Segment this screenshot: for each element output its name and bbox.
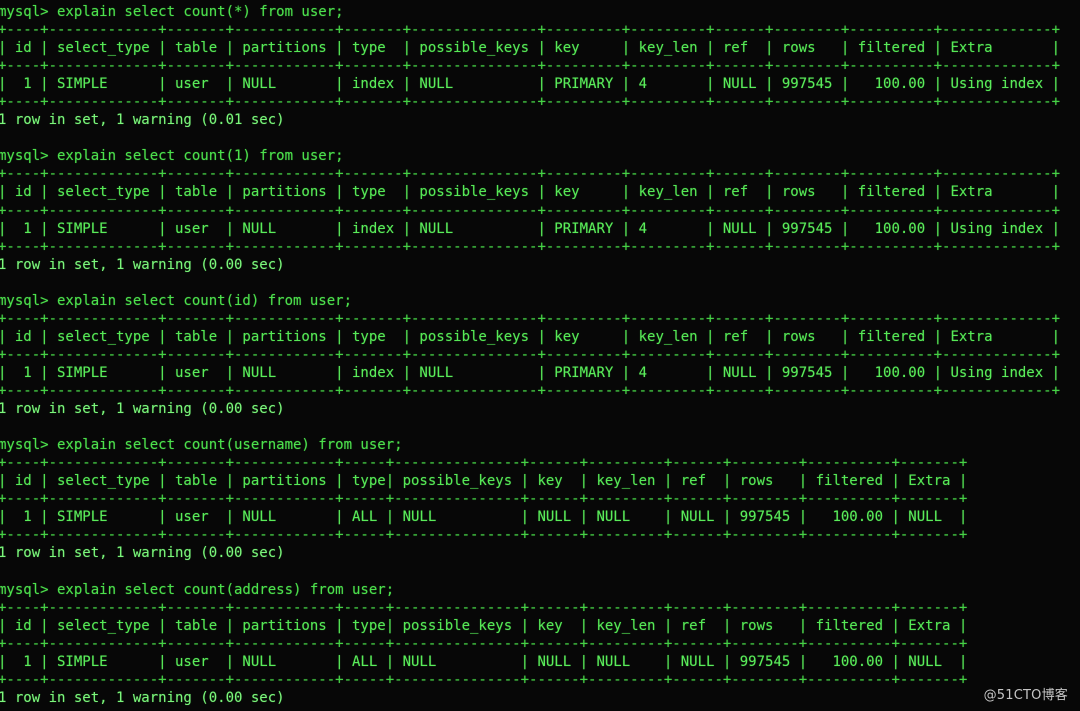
status-line-1: 1 row in set, 1 warning (0.00 sec) [0, 256, 285, 273]
table-data-row-3: | 1 | SIMPLE | user | NULL | ALL | NULL … [0, 509, 968, 526]
terminal-output: mysql> explain select count(*) from user… [0, 3, 1060, 707]
prompt-line-0: mysql> explain select count(*) from user… [0, 4, 344, 20]
table-data-row-4: | 1 | SIMPLE | user | NULL | ALL | NULL … [0, 653, 968, 670]
status-line-3: 1 row in set, 1 warning (0.00 sec) [0, 545, 285, 562]
table-data-row-1: | 1 | SIMPLE | user | NULL | index | NUL… [0, 220, 1061, 237]
table-rule-top-1: +----+-------------+-------+------------… [0, 166, 1061, 183]
table-rule-mid-1: +----+-------------+-------+------------… [0, 202, 1061, 219]
prompt-line-3: mysql> explain select count(username) fr… [0, 437, 403, 454]
status-line-0: 1 row in set, 1 warning (0.01 sec) [0, 112, 285, 129]
prompt-line-4: mysql> explain select count(address) fro… [0, 581, 395, 598]
table-rule-bottom-4: +----+-------------+-------+------------… [0, 671, 968, 688]
table-rule-top-3: +----+-------------+-------+------------… [0, 455, 968, 472]
table-rule-top-4: +----+-------------+-------+------------… [0, 599, 968, 616]
blank-line-0 [0, 129, 1060, 147]
blank-line-2 [0, 418, 1060, 436]
mysql-terminal-window[interactable]: mysql> explain select count(*) from user… [0, 0, 1080, 711]
table-header-row-2: | id | select_type | table | partitions … [0, 328, 1061, 345]
blank-line-1 [0, 274, 1060, 292]
table-rule-mid-2: +----+-------------+-------+------------… [0, 346, 1061, 363]
table-rule-bottom-3: +----+-------------+-------+------------… [0, 527, 968, 544]
table-header-row-4: | id | select_type | table | partitions … [0, 617, 968, 634]
table-header-row-3: | id | select_type | table | partitions … [0, 473, 968, 490]
table-rule-bottom-0: +----+-------------+-------+------------… [0, 94, 1061, 111]
watermark-label: @51CTO博客 [983, 687, 1068, 703]
table-rule-mid-4: +----+-------------+-------+------------… [0, 635, 968, 652]
table-rule-top-2: +----+-------------+-------+------------… [0, 310, 1061, 327]
table-data-row-0: | 1 | SIMPLE | user | NULL | index | NUL… [0, 76, 1061, 93]
prompt-line-2: mysql> explain select count(id) from use… [0, 292, 353, 309]
blank-line-3 [0, 562, 1060, 580]
status-line-4: 1 row in set, 1 warning (0.00 sec) [0, 689, 285, 706]
table-header-row-1: | id | select_type | table | partitions … [0, 184, 1061, 201]
table-rule-mid-0: +----+-------------+-------+------------… [0, 58, 1061, 75]
table-rule-bottom-1: +----+-------------+-------+------------… [0, 238, 1061, 255]
status-line-2: 1 row in set, 1 warning (0.00 sec) [0, 401, 285, 418]
table-rule-top-0: +----+-------------+-------+------------… [0, 22, 1061, 39]
table-data-row-2: | 1 | SIMPLE | user | NULL | index | NUL… [0, 364, 1061, 381]
prompt-line-1: mysql> explain select count(1) from user… [0, 148, 344, 165]
table-rule-bottom-2: +----+-------------+-------+------------… [0, 382, 1061, 399]
table-header-row-0: | id | select_type | table | partitions … [0, 40, 1061, 57]
table-rule-mid-3: +----+-------------+-------+------------… [0, 491, 968, 508]
